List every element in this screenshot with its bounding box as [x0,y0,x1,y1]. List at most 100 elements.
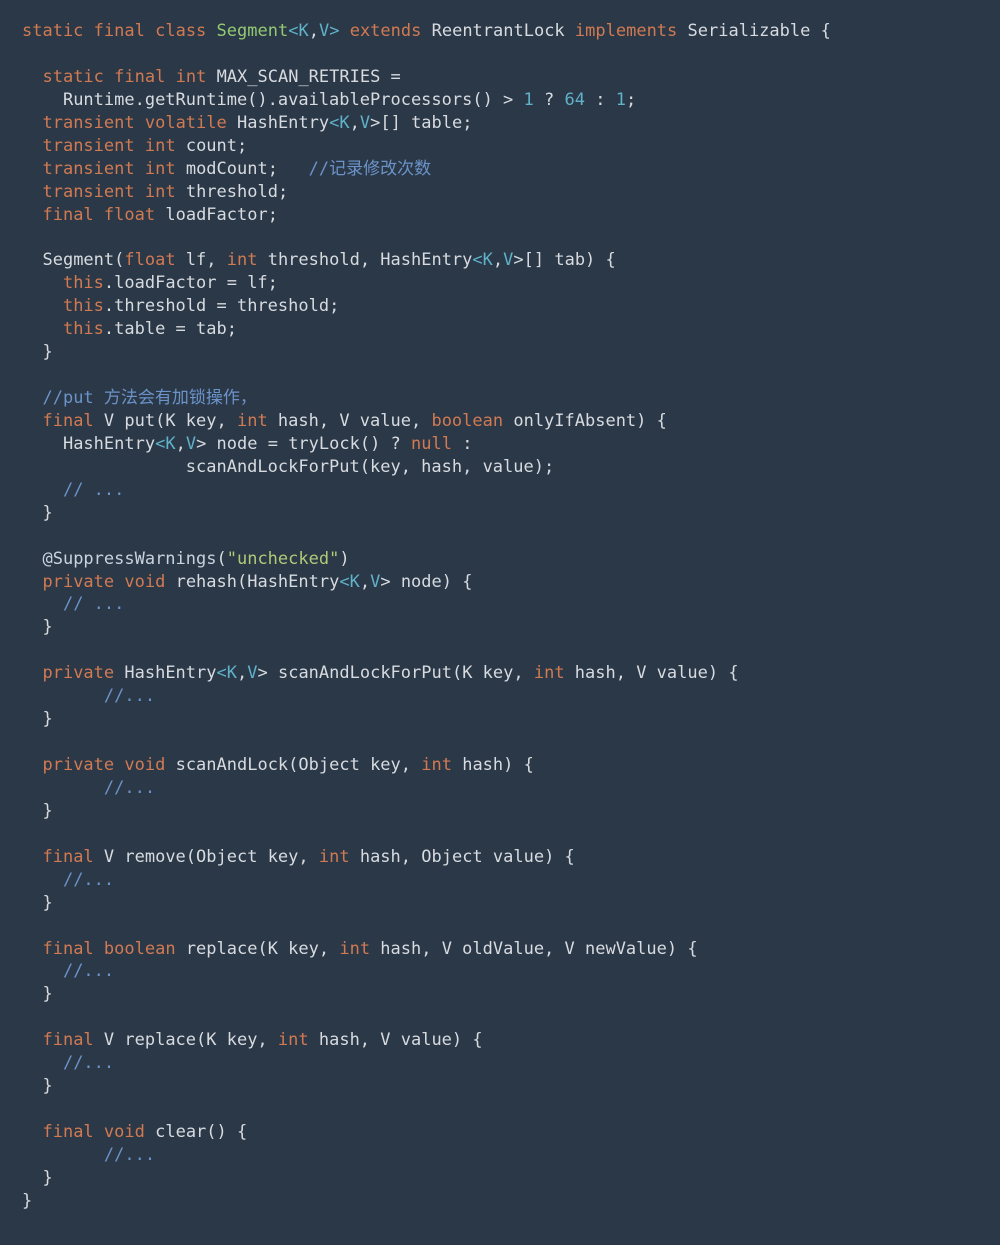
token: int [534,663,565,683]
token: final [94,21,145,41]
token: < [155,434,165,454]
token: hash, V value, [268,411,432,431]
token: V [360,113,370,133]
token: V put(K key, [94,411,237,431]
token: this [63,319,104,339]
token: final [42,939,93,959]
code-block: static final class Segment<K,V> extends … [0,0,1000,1233]
comment: //... [63,870,114,890]
token: .loadFactor = lf; [104,273,278,293]
token: .threshold = threshold; [104,296,339,316]
token: V [319,21,329,41]
token: replace(K key, [176,939,340,959]
annotation: @SuppressWarnings [42,549,216,569]
token: < [288,21,298,41]
token: final [42,1030,93,1050]
token: void [124,755,165,775]
token: int [227,250,258,270]
token: static [42,67,103,87]
token: , [309,21,319,41]
token: this [63,296,104,316]
token: clear() { [145,1122,247,1142]
token: hash, [350,847,422,867]
token: int [278,1030,309,1050]
token: Segment( [42,250,124,270]
token: int [145,159,176,179]
token: final [42,411,93,431]
token: count; [186,136,247,156]
token: final [42,205,93,225]
token: : [585,90,616,110]
token: private [42,663,114,683]
token: K [483,250,493,270]
token: , [350,113,360,133]
token: key, [360,755,421,775]
token: HashEntry [63,434,155,454]
comment: // ... [63,594,124,614]
token: } [42,893,52,913]
token: ? [534,90,565,110]
token: } [42,503,52,523]
token: hash) { [452,755,534,775]
token: V [186,434,196,454]
token: V [370,572,380,592]
token: Runtime.getRuntime().availableProcessors… [63,90,524,110]
token: threshold; [186,182,288,202]
token: "unchecked" [227,549,340,569]
token: rehash(HashEntry [165,572,339,592]
token: Object [196,847,257,867]
token: transient [42,136,134,156]
token: >[] tab) { [513,250,615,270]
token: Serializable { [688,21,831,41]
token: final [114,67,165,87]
token: K [298,21,308,41]
token: loadFactor; [165,205,278,225]
token: final [42,1122,93,1142]
comment: //... [104,1145,155,1165]
token: onlyIfAbsent) { [503,411,667,431]
token: } [42,617,52,637]
token: hash, V oldValue, V newValue) { [370,939,698,959]
token: int [339,939,370,959]
token: value) { [483,847,575,867]
token: } [42,1076,52,1096]
token: transient [42,159,134,179]
token: void [124,572,165,592]
token: float [104,205,155,225]
token: } [42,342,52,362]
token: } [42,709,52,729]
token: K [227,663,237,683]
token: 64 [565,90,585,110]
token: ReentrantLock [432,21,565,41]
token: .table = tab; [104,319,237,339]
token: boolean [431,411,503,431]
token: extends [350,21,422,41]
token: V [247,663,257,683]
token: final [42,847,93,867]
token: class [155,21,206,41]
token: static [22,21,83,41]
token: < [472,250,482,270]
token: this [63,273,104,293]
token: 1 [616,90,626,110]
token: private [42,755,114,775]
comment: //... [104,686,155,706]
token: } [22,1191,32,1211]
token: int [145,136,176,156]
comment: //... [63,961,114,981]
token: < [339,572,349,592]
token: HashEntry [237,113,329,133]
comment: //put 方法会有加锁操作， [42,388,256,408]
token: modCount; [186,159,278,179]
token: , [237,663,247,683]
token: int [176,67,207,87]
token: key, [257,847,318,867]
token: K [165,434,175,454]
token: V replace(K key, [94,1030,278,1050]
token: implements [575,21,677,41]
token: > node) { [380,572,472,592]
comment: //记录修改次数 [309,159,431,179]
token: ( [216,549,226,569]
token: Object [298,755,359,775]
token: > scanAndLockForPut(K key, [258,663,534,683]
